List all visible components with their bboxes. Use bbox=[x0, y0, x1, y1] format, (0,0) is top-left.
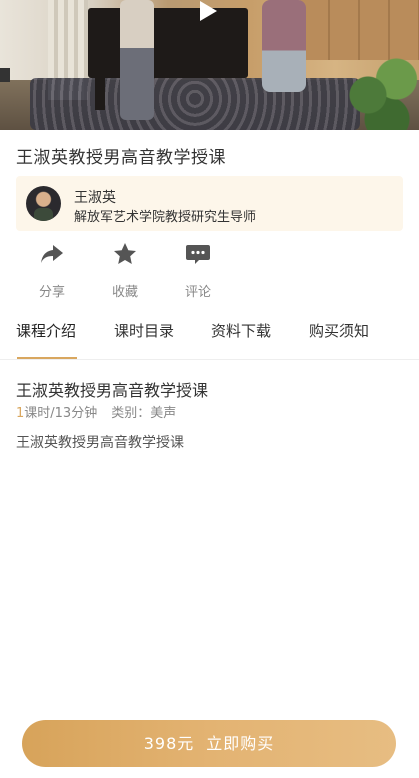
video-frame-piano-leg bbox=[95, 70, 105, 110]
tab-material-download[interactable]: 资料下载 bbox=[211, 320, 271, 341]
video-player[interactable] bbox=[0, 0, 419, 130]
teacher-card[interactable]: 王淑英 解放军艺术学院教授研究生导师 bbox=[16, 176, 403, 231]
comment-button[interactable]: 评论 bbox=[168, 236, 228, 306]
tab-bar: 课程介绍 课时目录 资料下载 购买须知 bbox=[0, 314, 419, 360]
lesson-meta: 1课时/13分钟 类别：美声 bbox=[16, 402, 176, 421]
teacher-name: 王淑英 bbox=[74, 190, 116, 206]
comment-label: 评论 bbox=[184, 285, 211, 300]
video-frame-plant bbox=[330, 55, 419, 130]
video-frame-edge bbox=[0, 68, 10, 82]
share-button[interactable]: 分享 bbox=[22, 236, 82, 306]
video-frame-cabinet bbox=[300, 0, 419, 60]
share-icon bbox=[39, 241, 65, 267]
favorite-label: 收藏 bbox=[111, 285, 138, 300]
comment-icon bbox=[185, 241, 211, 267]
active-tab-indicator bbox=[17, 357, 77, 359]
video-frame-carpet bbox=[30, 78, 360, 130]
video-frame-pianist bbox=[262, 0, 306, 92]
tab-course-intro[interactable]: 课程介绍 bbox=[16, 320, 76, 341]
action-bar: 分享 收藏 评论 bbox=[0, 236, 419, 306]
lesson-duration: 课时/13分钟 bbox=[24, 406, 98, 421]
course-title: 王淑英教授男高音教学授课 bbox=[16, 148, 226, 168]
share-label: 分享 bbox=[38, 285, 65, 300]
play-icon[interactable] bbox=[198, 0, 218, 22]
video-frame-singer bbox=[120, 0, 154, 120]
intro-title: 王淑英教授男高音教学授课 bbox=[16, 381, 209, 400]
price: 398元 bbox=[143, 734, 195, 753]
category-label: 类别：美声 bbox=[111, 406, 177, 421]
favorite-button[interactable]: 收藏 bbox=[95, 236, 155, 306]
tab-lesson-catalog[interactable]: 课时目录 bbox=[114, 320, 174, 341]
buy-now-label: 立即购买 bbox=[206, 734, 275, 753]
intro-description: 王淑英教授男高音教学授课 bbox=[16, 435, 184, 451]
teacher-description: 解放军艺术学院教授研究生导师 bbox=[74, 210, 257, 225]
video-frame-piano bbox=[88, 8, 248, 78]
star-icon bbox=[112, 241, 138, 267]
buy-now-button[interactable]: 398元 立即购买 bbox=[22, 720, 396, 767]
avatar bbox=[26, 186, 61, 221]
tab-purchase-notes[interactable]: 购买须知 bbox=[309, 320, 369, 341]
